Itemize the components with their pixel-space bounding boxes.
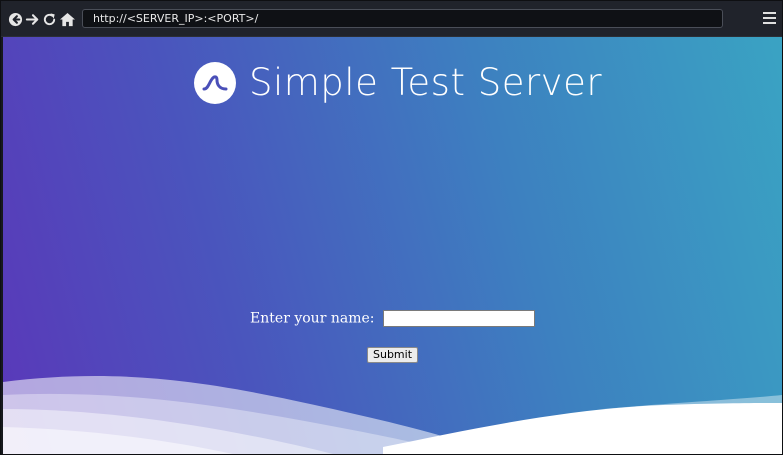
home-button[interactable] bbox=[58, 10, 76, 28]
browser-toolbar: http://<SERVER_IP>:<PORT>/ bbox=[1, 1, 782, 37]
back-button[interactable] bbox=[6, 10, 24, 28]
back-icon bbox=[8, 12, 22, 26]
address-bar[interactable]: http://<SERVER_IP>:<PORT>/ bbox=[82, 9, 723, 28]
name-input[interactable] bbox=[382, 310, 535, 327]
brand-header: Simple Test Server bbox=[194, 59, 602, 107]
name-form: Enter your name: bbox=[3, 310, 782, 327]
page-viewport: Simple Test Server Enter your name: Subm… bbox=[3, 37, 782, 454]
submit-row: Submit bbox=[3, 343, 782, 363]
menu-icon[interactable] bbox=[763, 12, 776, 24]
forward-button[interactable] bbox=[23, 10, 41, 28]
submit-button[interactable]: Submit bbox=[366, 347, 419, 363]
home-icon bbox=[59, 12, 75, 26]
reload-button[interactable] bbox=[40, 10, 58, 28]
browser-window: http://<SERVER_IP>:<PORT>/ Simple Test S… bbox=[0, 0, 783, 455]
wave-logo-icon bbox=[194, 62, 236, 104]
reload-icon bbox=[43, 12, 55, 25]
forward-icon bbox=[25, 13, 38, 25]
page-title: Simple Test Server bbox=[249, 61, 603, 104]
name-label: Enter your name: bbox=[250, 310, 375, 327]
